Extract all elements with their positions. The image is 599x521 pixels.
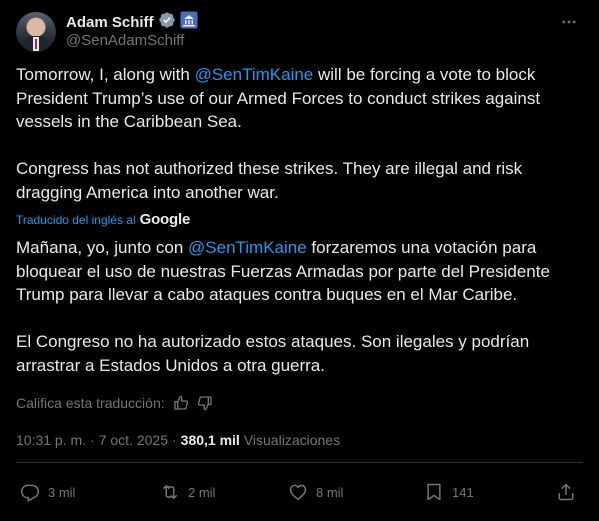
meta-separator: · xyxy=(172,432,177,448)
google-logo: Google xyxy=(139,211,191,228)
views-label: Visualizaciones xyxy=(243,432,341,448)
tweet-meta: 10:31 p. m. · 7 oct. 2025 · 380,1 mil Vi… xyxy=(16,432,340,448)
translated-text: Mañana, yo, junto con @SenTimKaine forza… xyxy=(16,236,576,377)
translation-paragraph: El Congreso no ha autorizado estos ataqu… xyxy=(16,332,530,375)
bookmark-count: 141 xyxy=(452,484,474,500)
mention-link[interactable]: @SenTimKaine xyxy=(188,238,307,257)
bookmark-button[interactable]: 141 xyxy=(424,482,474,502)
author-handle[interactable]: @SenAdamSchiff xyxy=(66,32,184,49)
like-button[interactable]: 8 mil xyxy=(288,482,343,502)
tweet-paragraph: Congress has not authorized these strike… xyxy=(16,159,523,202)
translation-paragraph: Mañana, yo, junto con @SenTimKaine forza… xyxy=(16,236,576,307)
tweet-paragraph: Tomorrow, I, along with @SenTimKaine wil… xyxy=(16,63,576,134)
rate-translation-label: Califica esta traducción: xyxy=(16,395,165,411)
reply-button[interactable]: 3 mil xyxy=(20,482,75,502)
tweet-date[interactable]: 7 oct. 2025 xyxy=(99,432,168,448)
reply-count: 3 mil xyxy=(48,484,76,500)
like-icon xyxy=(288,482,308,502)
like-count: 8 mil xyxy=(316,484,344,500)
translation-attribution: Traducido del inglés al Google xyxy=(16,211,190,228)
bookmark-icon xyxy=(424,482,444,502)
repost-count: 2 mil xyxy=(188,484,216,500)
repost-button[interactable]: 2 mil xyxy=(160,482,215,502)
mention-link[interactable]: @SenTimKaine xyxy=(195,65,314,84)
tweet-header: Adam Schiff @SenAdamSchiff xyxy=(16,8,583,52)
tweet-text: Tomorrow, I, along with @SenTimKaine wil… xyxy=(16,63,576,204)
rate-translation: Califica esta traducción: xyxy=(16,395,213,411)
tweet-time[interactable]: 10:31 p. m. xyxy=(16,432,86,448)
share-icon xyxy=(556,482,576,502)
views-count: 380,1 mil xyxy=(180,432,240,448)
repost-icon xyxy=(160,482,180,502)
translation-text-span: Mañana, yo, junto con xyxy=(16,238,189,257)
author-name[interactable]: Adam Schiff xyxy=(66,14,154,31)
reply-icon xyxy=(20,482,40,502)
thumbs-up-icon[interactable] xyxy=(173,395,189,411)
divider xyxy=(16,462,583,463)
avatar[interactable] xyxy=(16,12,56,52)
action-bar: 3 mil 2 mil 8 mil 141 xyxy=(16,478,583,508)
thumbs-down-icon[interactable] xyxy=(197,395,213,411)
tweet-text-span: Tomorrow, I, along with xyxy=(16,65,195,84)
senate-affiliation-icon[interactable] xyxy=(180,11,198,34)
author-name-row: Adam Schiff xyxy=(66,11,198,34)
more-icon[interactable] xyxy=(559,12,579,32)
translation-label: Traducido del inglés al xyxy=(16,212,136,227)
meta-separator: · xyxy=(90,432,95,448)
verified-badge-icon xyxy=(158,11,176,34)
share-button[interactable] xyxy=(556,482,576,502)
